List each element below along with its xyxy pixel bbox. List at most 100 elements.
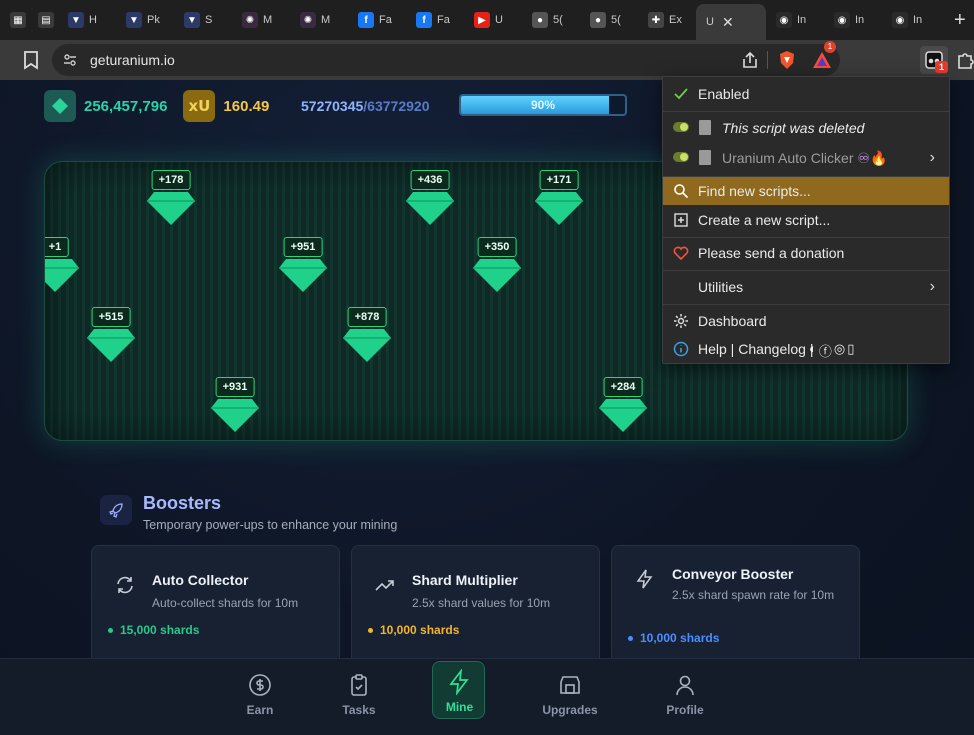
- menu-script-deleted[interactable]: This script was deleted: [663, 114, 949, 142]
- nav-label: Profile: [666, 703, 704, 717]
- clipboard-check-icon: [351, 674, 367, 696]
- tab-title: M: [321, 14, 331, 26]
- browser-tab[interactable]: ◉ In: [766, 0, 824, 40]
- menu-dashboard[interactable]: Dashboard: [663, 307, 949, 335]
- gem-icon: [87, 329, 135, 362]
- menu-utilities[interactable]: Utilities ›: [663, 273, 949, 301]
- menu-donate[interactable]: Please send a donation: [663, 239, 949, 267]
- tampermonkey-button[interactable]: 1: [920, 46, 948, 74]
- boosters-subtitle: Temporary power-ups to enhance your mini…: [143, 518, 398, 532]
- nav-tasks[interactable]: Tasks: [319, 659, 399, 735]
- script-emoji: ♾🔥: [857, 150, 888, 166]
- nav-profile[interactable]: Profile: [645, 659, 725, 735]
- menu-help-label: Help | Changelog |: [698, 341, 814, 357]
- nav-mine[interactable]: Mine: [432, 661, 485, 719]
- browser-tab[interactable]: U ✕: [696, 4, 766, 40]
- nav-label: Tasks: [342, 703, 376, 717]
- tab-title: Fa: [379, 14, 392, 26]
- progress-percent: 90%: [530, 98, 556, 112]
- browser-tab[interactable]: ▼ H: [58, 0, 116, 40]
- shard-pickup[interactable]: +350: [467, 237, 527, 299]
- booster-price: 10,000 shards: [628, 631, 719, 645]
- gem-icon: [343, 329, 391, 362]
- address-bar[interactable]: geturanium.io 1: [52, 41, 840, 76]
- extensions-icon[interactable]: [955, 50, 974, 70]
- tab-favicon-icon: ▶: [474, 12, 490, 28]
- brave-shields-icon[interactable]: [778, 50, 796, 70]
- browser-tab[interactable]: ▼ S: [174, 0, 232, 40]
- trend-up-icon: [375, 580, 394, 591]
- mobile-icon[interactable]: ▯: [847, 341, 854, 360]
- booster-card-conveyor-booster[interactable]: Conveyor Booster 2.5x shard spawn rate f…: [611, 545, 860, 675]
- menu-dashboard-label: Dashboard: [698, 313, 767, 329]
- shard-pickup[interactable]: +436: [400, 170, 460, 232]
- tab-favicon-icon: ▼: [68, 12, 84, 28]
- bookmark-icon[interactable]: [22, 50, 40, 70]
- nav-earn[interactable]: Earn: [220, 659, 300, 735]
- facebook-icon[interactable]: ⓕ: [819, 341, 832, 360]
- browser-tab[interactable]: ▤: [28, 0, 58, 40]
- shard-pickup[interactable]: +1: [45, 237, 85, 299]
- browser-tab[interactable]: ▼ Pk: [116, 0, 174, 40]
- nav-label: Earn: [246, 703, 274, 717]
- nav-label: Upgrades: [542, 703, 598, 717]
- browser-tab[interactable]: ● 5(: [580, 0, 638, 40]
- nav-label: Mine: [445, 700, 474, 714]
- browser-tab[interactable]: ▶ U: [464, 0, 522, 40]
- tab-favicon-icon: ✚: [648, 12, 664, 28]
- gem-icon: [406, 192, 454, 225]
- search-icon: [674, 184, 689, 199]
- script-file-icon: [699, 120, 711, 135]
- brave-rewards-icon[interactable]: [812, 51, 832, 69]
- booster-price: 15,000 shards: [108, 623, 199, 637]
- shard-pickup[interactable]: +878: [337, 307, 397, 369]
- share-icon[interactable]: [741, 51, 759, 69]
- menu-find-label: Find new scripts...: [698, 183, 811, 199]
- script-toggle[interactable]: [673, 122, 689, 132]
- browser-tab[interactable]: ● 5(: [522, 0, 580, 40]
- menu-find-new-scripts[interactable]: Find new scripts...: [663, 177, 949, 205]
- browser-tab[interactable]: ✺ M: [232, 0, 290, 40]
- menu-enabled[interactable]: Enabled: [663, 80, 949, 108]
- shard-pickup[interactable]: +171: [529, 170, 589, 232]
- tab-title: Pk: [147, 14, 160, 26]
- shard-value-badge: +878: [347, 307, 387, 327]
- tab-close-icon[interactable]: ✕: [722, 14, 734, 31]
- site-settings-icon[interactable]: [62, 52, 78, 68]
- browser-tab[interactable]: ◉ In: [882, 0, 940, 40]
- nav-upgrades[interactable]: Upgrades: [530, 659, 610, 735]
- booster-card-shard-multiplier[interactable]: Shard Multiplier 2.5x shard values for 1…: [351, 545, 600, 675]
- shard-pickup[interactable]: +284: [593, 377, 653, 439]
- menu-utilities-label: Utilities: [698, 279, 744, 295]
- tab-favicon-icon: ▤: [38, 12, 54, 28]
- shard-value-badge: +1: [45, 237, 69, 257]
- browser-tab[interactable]: ✺ M: [290, 0, 348, 40]
- script-toggle[interactable]: [673, 152, 689, 162]
- menu-help-changelog[interactable]: Help | Changelog | ◐ ⓕ ◎ ▯: [663, 335, 949, 363]
- instagram-icon[interactable]: ◎: [834, 341, 845, 360]
- menu-script-uranium-auto-clicker[interactable]: Uranium Auto Clicker ♾🔥 ›: [663, 144, 949, 172]
- shard-value-badge: +515: [91, 307, 131, 327]
- shard-value-badge: +178: [151, 170, 191, 190]
- booster-card-auto-collector[interactable]: Auto Collector Auto-collect shards for 1…: [91, 545, 340, 675]
- tab-title: M: [263, 14, 273, 26]
- browser-tab[interactable]: ▦: [0, 0, 28, 40]
- tab-favicon-icon: f: [358, 12, 374, 28]
- shard-pickup[interactable]: +931: [205, 377, 265, 439]
- tab-title: H: [89, 14, 97, 26]
- booster-desc: 2.5x shard spawn rate for 10m: [672, 588, 835, 602]
- shard-pickup[interactable]: +178: [141, 170, 201, 232]
- github-icon[interactable]: ◐: [809, 341, 817, 360]
- xu-icon: xU: [183, 90, 216, 122]
- booster-desc: 2.5x shard values for 10m: [412, 596, 551, 610]
- menu-create-new-script[interactable]: Create a new script...: [663, 206, 949, 234]
- browser-tab[interactable]: f Fa: [348, 0, 406, 40]
- new-tab-icon[interactable]: +: [954, 9, 966, 32]
- browser-tab[interactable]: ◉ In: [824, 0, 882, 40]
- tampermonkey-menu: Enabled This script was deleted Uranium …: [662, 76, 950, 364]
- browser-tab[interactable]: f Fa: [406, 0, 464, 40]
- shard-pickup[interactable]: +951: [273, 237, 333, 299]
- shard-pickup[interactable]: +515: [81, 307, 141, 369]
- browser-tab[interactable]: ✚ Ex: [638, 0, 696, 40]
- stats-bar: 256,457,796 xU 160.49: [44, 90, 269, 122]
